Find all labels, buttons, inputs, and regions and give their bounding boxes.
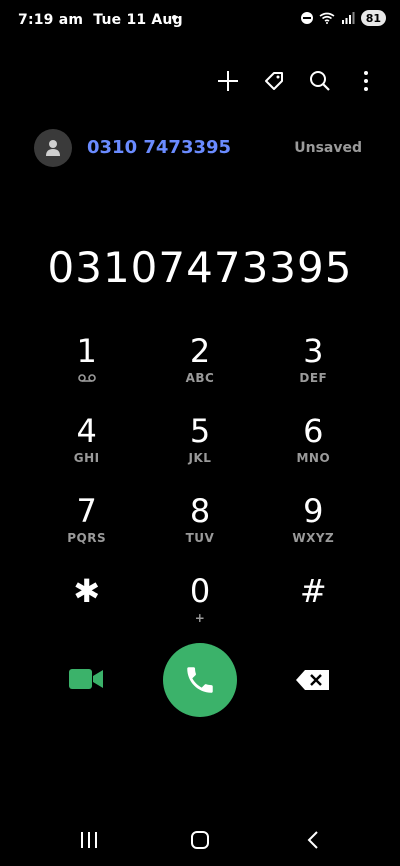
notification-dot: • (170, 11, 179, 27)
phone-icon (187, 667, 213, 693)
avatar (34, 129, 72, 167)
key-5[interactable]: 5 JKL (143, 412, 256, 474)
key-digit: 1 (76, 332, 97, 370)
key-letters: JKL (188, 451, 212, 465)
back-icon (307, 831, 318, 849)
key-digit: 5 (189, 412, 211, 450)
key-letters: TUV (185, 531, 215, 545)
key-letters (77, 370, 96, 386)
wifi-icon (319, 12, 335, 24)
key-digit: 4 (76, 412, 97, 450)
key-digit: 7 (76, 492, 97, 530)
key-digit: ✱ (73, 572, 101, 610)
key-8[interactable]: 8 TUV (143, 492, 256, 554)
key-2[interactable]: 2 ABC (143, 332, 256, 394)
key-digit: 6 (303, 412, 324, 450)
dial-keypad: 1 2 ABC 3 DEF 4 GHI 5 JKL 6 MNO 7 PQRS 8… (30, 332, 370, 634)
dialed-number: 03107473395 (47, 243, 353, 292)
call-button[interactable] (163, 643, 237, 717)
add-icon[interactable] (216, 66, 240, 96)
key-digit: 0 (189, 572, 211, 610)
contact-status: Unsaved (294, 140, 362, 156)
key-6[interactable]: 6 MNO (257, 412, 370, 474)
key-letters: PQRS (67, 531, 107, 545)
contact-number[interactable]: 0310 7473395 (87, 137, 231, 158)
do-not-disturb-icon (300, 12, 313, 24)
key-letters: DEF (299, 371, 328, 385)
key-letters: WXYZ (292, 531, 335, 545)
status-icons: 81 (300, 10, 386, 26)
contact-suggestion[interactable]: 0310 7473395 Unsaved (34, 128, 366, 168)
key-digit: # (299, 572, 327, 610)
key-star[interactable]: ✱ (30, 572, 143, 634)
key-letters: MNO (296, 451, 331, 465)
key-letters: GHI (73, 451, 100, 465)
home-icon (191, 831, 209, 849)
status-time: 7:19 am Tue 11 Aug (18, 12, 183, 28)
key-digit: 8 (189, 492, 211, 530)
backspace-icon (296, 670, 329, 690)
more-options-icon[interactable] (354, 66, 378, 96)
key-digit: 9 (303, 492, 324, 530)
back-button[interactable] (298, 826, 328, 854)
recent-apps-button[interactable] (74, 826, 104, 854)
tag-icon[interactable] (262, 66, 286, 96)
backspace-button[interactable] (294, 668, 332, 692)
key-9[interactable]: 9 WXYZ (257, 492, 370, 554)
system-nav-bar (0, 820, 400, 860)
battery-indicator: 81 (360, 10, 386, 26)
home-button[interactable] (185, 826, 215, 854)
key-letters: ABC (185, 371, 215, 385)
key-digit: 3 (303, 332, 324, 370)
key-0[interactable]: 0 + (143, 572, 256, 634)
key-4[interactable]: 4 GHI (30, 412, 143, 474)
key-7[interactable]: 7 PQRS (30, 492, 143, 554)
key-1[interactable]: 1 (30, 332, 143, 394)
voicemail-icon (77, 374, 96, 382)
top-toolbar (216, 66, 378, 96)
video-call-button[interactable] (68, 666, 104, 692)
person-icon (46, 140, 60, 156)
video-camera-icon (69, 669, 103, 689)
recent-apps-icon (81, 832, 97, 848)
status-bar: 7:19 am Tue 11 Aug • 81 (0, 0, 400, 40)
search-icon[interactable] (308, 66, 332, 96)
status-clock: 7:19 am (18, 12, 84, 28)
key-digit: 2 (189, 332, 211, 370)
key-hash[interactable]: # (257, 572, 370, 634)
key-3[interactable]: 3 DEF (257, 332, 370, 394)
key-letters: + (194, 611, 206, 625)
signal-icon (341, 12, 355, 24)
